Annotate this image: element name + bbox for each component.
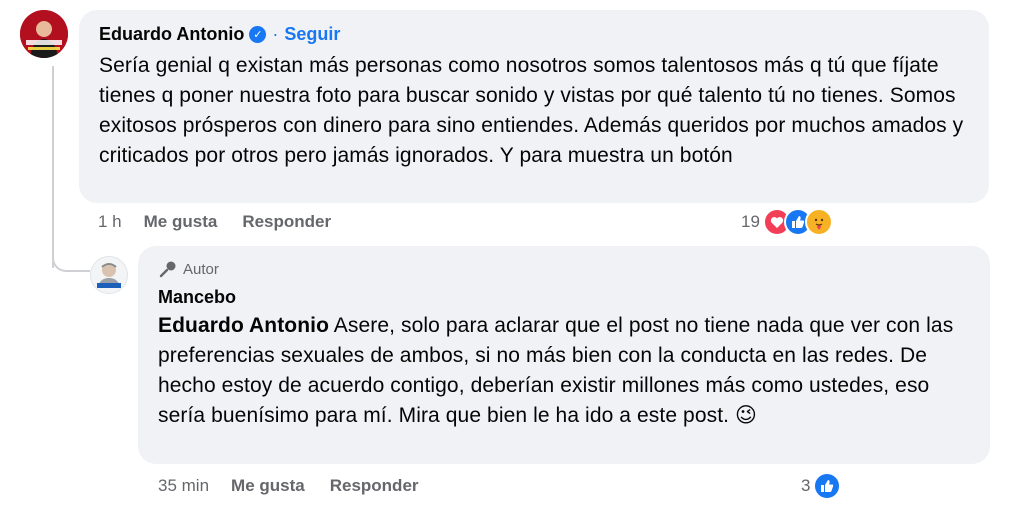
avatar[interactable] <box>90 256 128 294</box>
mention-link[interactable]: Eduardo Antonio <box>158 314 329 337</box>
profile-photo-icon <box>91 257 127 293</box>
comment-text: Sería genial q existan más personas como… <box>99 54 964 167</box>
microphone-icon <box>159 261 176 278</box>
comment-header: Eduardo Antonio ✓ · Seguir <box>99 21 969 47</box>
care-icon <box>804 208 833 236</box>
comment-bubble: Autor Mancebo Eduardo Antonio Asere, sol… <box>138 246 990 464</box>
thread-connector <box>52 236 90 272</box>
separator: · <box>272 23 279 44</box>
comment-bubble: Eduardo Antonio ✓ · Seguir Sería genial … <box>79 10 989 203</box>
reaction-summary[interactable]: 3 <box>801 472 842 500</box>
comment-time[interactable]: 35 min <box>158 476 209 496</box>
reaction-count: 19 <box>741 212 760 231</box>
profile-photo-icon <box>20 10 68 58</box>
author-name[interactable]: Mancebo <box>158 285 970 309</box>
verified-badge-icon: ✓ <box>249 25 267 43</box>
author-badge-label: Autor <box>183 260 219 278</box>
comment-actions: 1 h Me gusta Responder <box>98 211 356 233</box>
like-button[interactable]: Me gusta <box>144 212 218 232</box>
like-icon <box>813 472 842 500</box>
follow-button[interactable]: Seguir <box>284 24 340 45</box>
comment-time[interactable]: 1 h <box>98 212 122 232</box>
author-badge: Autor <box>158 258 970 280</box>
comment-text: Eduardo Antonio Asere, solo para aclarar… <box>158 311 970 431</box>
author-name[interactable]: Eduardo Antonio <box>99 24 244 45</box>
reply-button[interactable]: Responder <box>330 476 419 496</box>
avatar[interactable] <box>20 10 68 58</box>
reply-button[interactable]: Responder <box>242 212 331 232</box>
reaction-count: 3 <box>801 476 811 495</box>
comment-actions: 35 min Me gusta Responder <box>158 475 444 497</box>
reaction-summary[interactable]: 19 <box>741 208 833 236</box>
like-button[interactable]: Me gusta <box>231 476 305 496</box>
